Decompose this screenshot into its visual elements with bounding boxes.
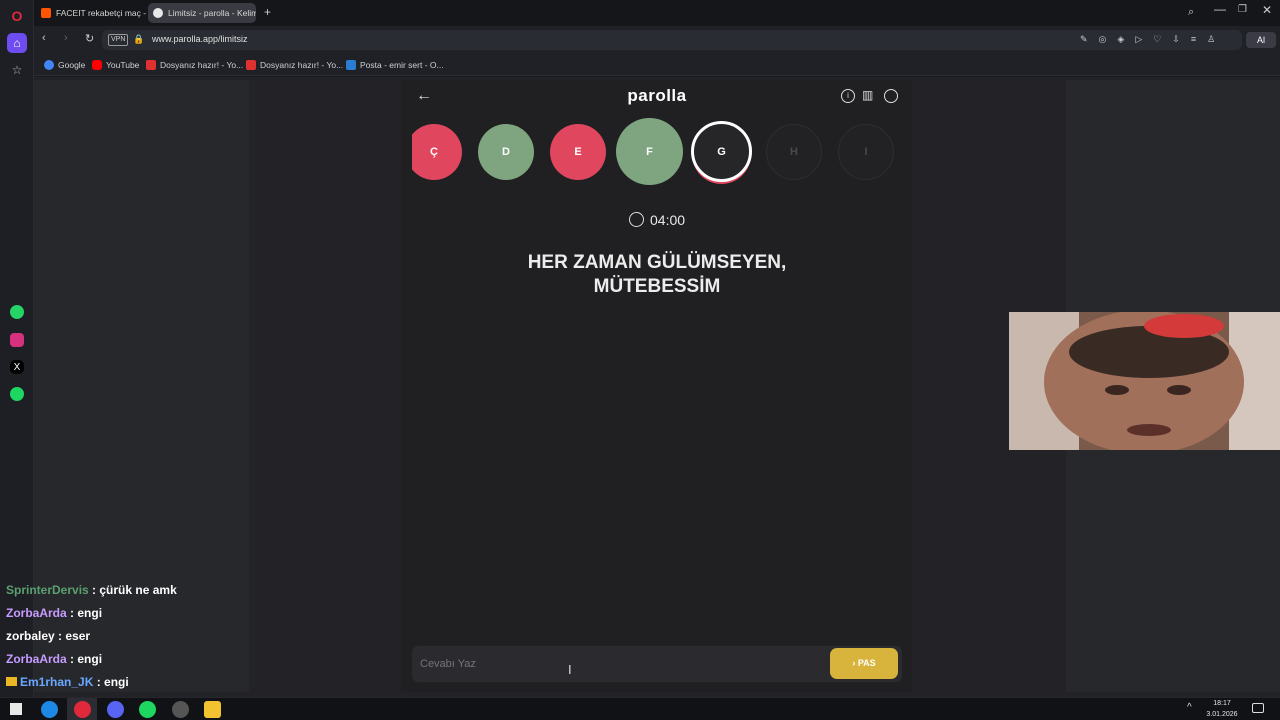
question-text: HER ZAMAN GÜLÜMSEYEN, MÜTEBESSİM <box>420 251 894 299</box>
chat-message: ZorbaArda : engi <box>6 652 103 666</box>
tab-parolla[interactable]: Limitsiz - parolla - Kelime <box>148 3 256 23</box>
letter-circle: Ç <box>406 124 462 180</box>
chevron-right-icon: › <box>852 658 856 668</box>
text-cursor-icon: I <box>568 662 572 677</box>
bookmark-dosya-2[interactable]: Dosyanız hazır! - Yo... <box>246 58 343 72</box>
question-line: HER ZAMAN GÜLÜMSEYEN, <box>527 252 787 273</box>
vpn-badge[interactable]: VPN <box>108 34 129 46</box>
notification-icon[interactable] <box>1252 703 1264 713</box>
file-explorer-icon[interactable] <box>204 701 221 718</box>
lock-icon: 🔒 <box>133 34 145 44</box>
back-arrow-icon[interactable]: ← <box>416 87 432 105</box>
crown-icon <box>6 677 17 686</box>
new-tab-plus-icon[interactable]: + <box>264 5 271 19</box>
letter-circle: H <box>766 124 822 180</box>
taskbar: ^ 18:17 3.01.2026 <box>0 697 1280 720</box>
opera-taskbar-icon[interactable] <box>74 701 91 718</box>
file-icon <box>146 60 156 70</box>
answer-input[interactable] <box>420 654 820 674</box>
spotify-taskbar-icon[interactable] <box>139 701 156 718</box>
close-icon[interactable]: ✕ <box>1262 3 1272 17</box>
star-icon[interactable]: ☆ <box>7 60 27 80</box>
url-bar[interactable]: VPN 🔒 www.parolla.app/limitsiz ✎◎◈▷♡⇩≡♙ <box>102 30 1242 50</box>
obs-icon[interactable] <box>172 701 189 718</box>
left-panel <box>34 80 249 692</box>
search-tabs-icon[interactable]: ⌕ <box>1188 6 1194 19</box>
chat-message: Em1rhan_JK : engi <box>6 675 129 689</box>
instagram-icon[interactable] <box>10 333 24 347</box>
forward-icon[interactable]: › <box>64 32 68 44</box>
clock-date: 3.01.2026 <box>1206 711 1238 718</box>
timer: 04:00 <box>650 212 686 228</box>
ai-button[interactable]: Al <box>1246 32 1276 48</box>
reload-icon[interactable]: ↻ <box>85 32 94 45</box>
bookmark-dosya-1[interactable]: Dosyanız hazır! - Yo... <box>146 58 243 72</box>
spotify-icon[interactable] <box>10 387 24 401</box>
discord-icon[interactable] <box>107 701 124 718</box>
pass-button[interactable]: › PAS <box>830 648 898 679</box>
chat-message: SprinterDervis : çürük ne amk <box>6 583 177 597</box>
tab-title: Limitsiz - parolla - Kelime <box>168 8 256 18</box>
tab-title: FACEIT rekabetçi maç - FA <box>56 8 146 18</box>
home-icon[interactable]: ⌂ <box>7 33 27 53</box>
x-twitter-icon[interactable]: X <box>10 360 24 374</box>
minimize-icon[interactable]: — <box>1214 2 1226 16</box>
tab-bar: FACEIT rekabetçi maç - FA Limitsiz - par… <box>34 0 1280 26</box>
back-icon[interactable]: ‹ <box>42 32 46 44</box>
chat-message: ZorbaArda : engi <box>6 606 103 620</box>
letter-circle-active: G <box>691 121 752 182</box>
question-line: MÜTEBESSİM <box>593 276 721 297</box>
chat-message: zorbaley : eser <box>6 629 91 643</box>
bookmarks-bar: Google YouTube Dosyanız hazır! - Yo... D… <box>34 54 1280 76</box>
webcam-overlay <box>1009 312 1280 450</box>
clock-time: 18:17 <box>1213 700 1231 707</box>
clock[interactable]: 18:17 3.01.2026 <box>1200 698 1244 720</box>
letter-circle: E <box>550 124 606 180</box>
letter-circle: F <box>616 118 683 185</box>
letter-circle: D <box>478 124 534 180</box>
letter-circle: I <box>838 124 894 180</box>
profile-icon[interactable] <box>884 89 898 103</box>
faceit-icon <box>41 8 51 18</box>
parolla-favicon-icon <box>153 8 163 18</box>
tray-chevron-icon[interactable]: ^ <box>1187 702 1192 713</box>
bookmark-google[interactable]: Google <box>44 58 85 72</box>
bookmark-youtube[interactable]: YouTube <box>92 58 139 72</box>
youtube-icon <box>92 60 102 70</box>
tab-faceit[interactable]: FACEIT rekabetçi maç - FA <box>36 3 146 23</box>
file-icon <box>246 60 256 70</box>
game-title: parolla <box>627 86 687 105</box>
opera-logo-icon[interactable]: O <box>7 6 27 26</box>
edge-icon[interactable] <box>41 701 58 718</box>
url-text[interactable]: www.parolla.app/limitsiz <box>152 34 248 44</box>
carousel-edge <box>401 118 412 186</box>
outlook-icon <box>346 60 356 70</box>
answer-box: › PAS <box>412 646 902 682</box>
clock-icon <box>629 212 644 227</box>
google-icon <box>44 60 54 70</box>
whatsapp-icon[interactable] <box>10 305 24 319</box>
restore-icon[interactable]: ❐ <box>1238 4 1247 15</box>
stats-icon[interactable]: ▥ <box>862 88 873 102</box>
webcam-image <box>1009 312 1280 450</box>
bookmark-posta[interactable]: Posta - emir sert - O... <box>346 58 444 72</box>
info-icon[interactable]: i <box>841 89 855 103</box>
address-bar-actions[interactable]: ✎◎◈▷♡⇩≡♙ <box>1080 34 1226 45</box>
windows-start-icon[interactable] <box>10 703 22 715</box>
address-row: ‹ › ↻ VPN 🔒 www.parolla.app/limitsiz ✎◎◈… <box>34 26 1280 54</box>
